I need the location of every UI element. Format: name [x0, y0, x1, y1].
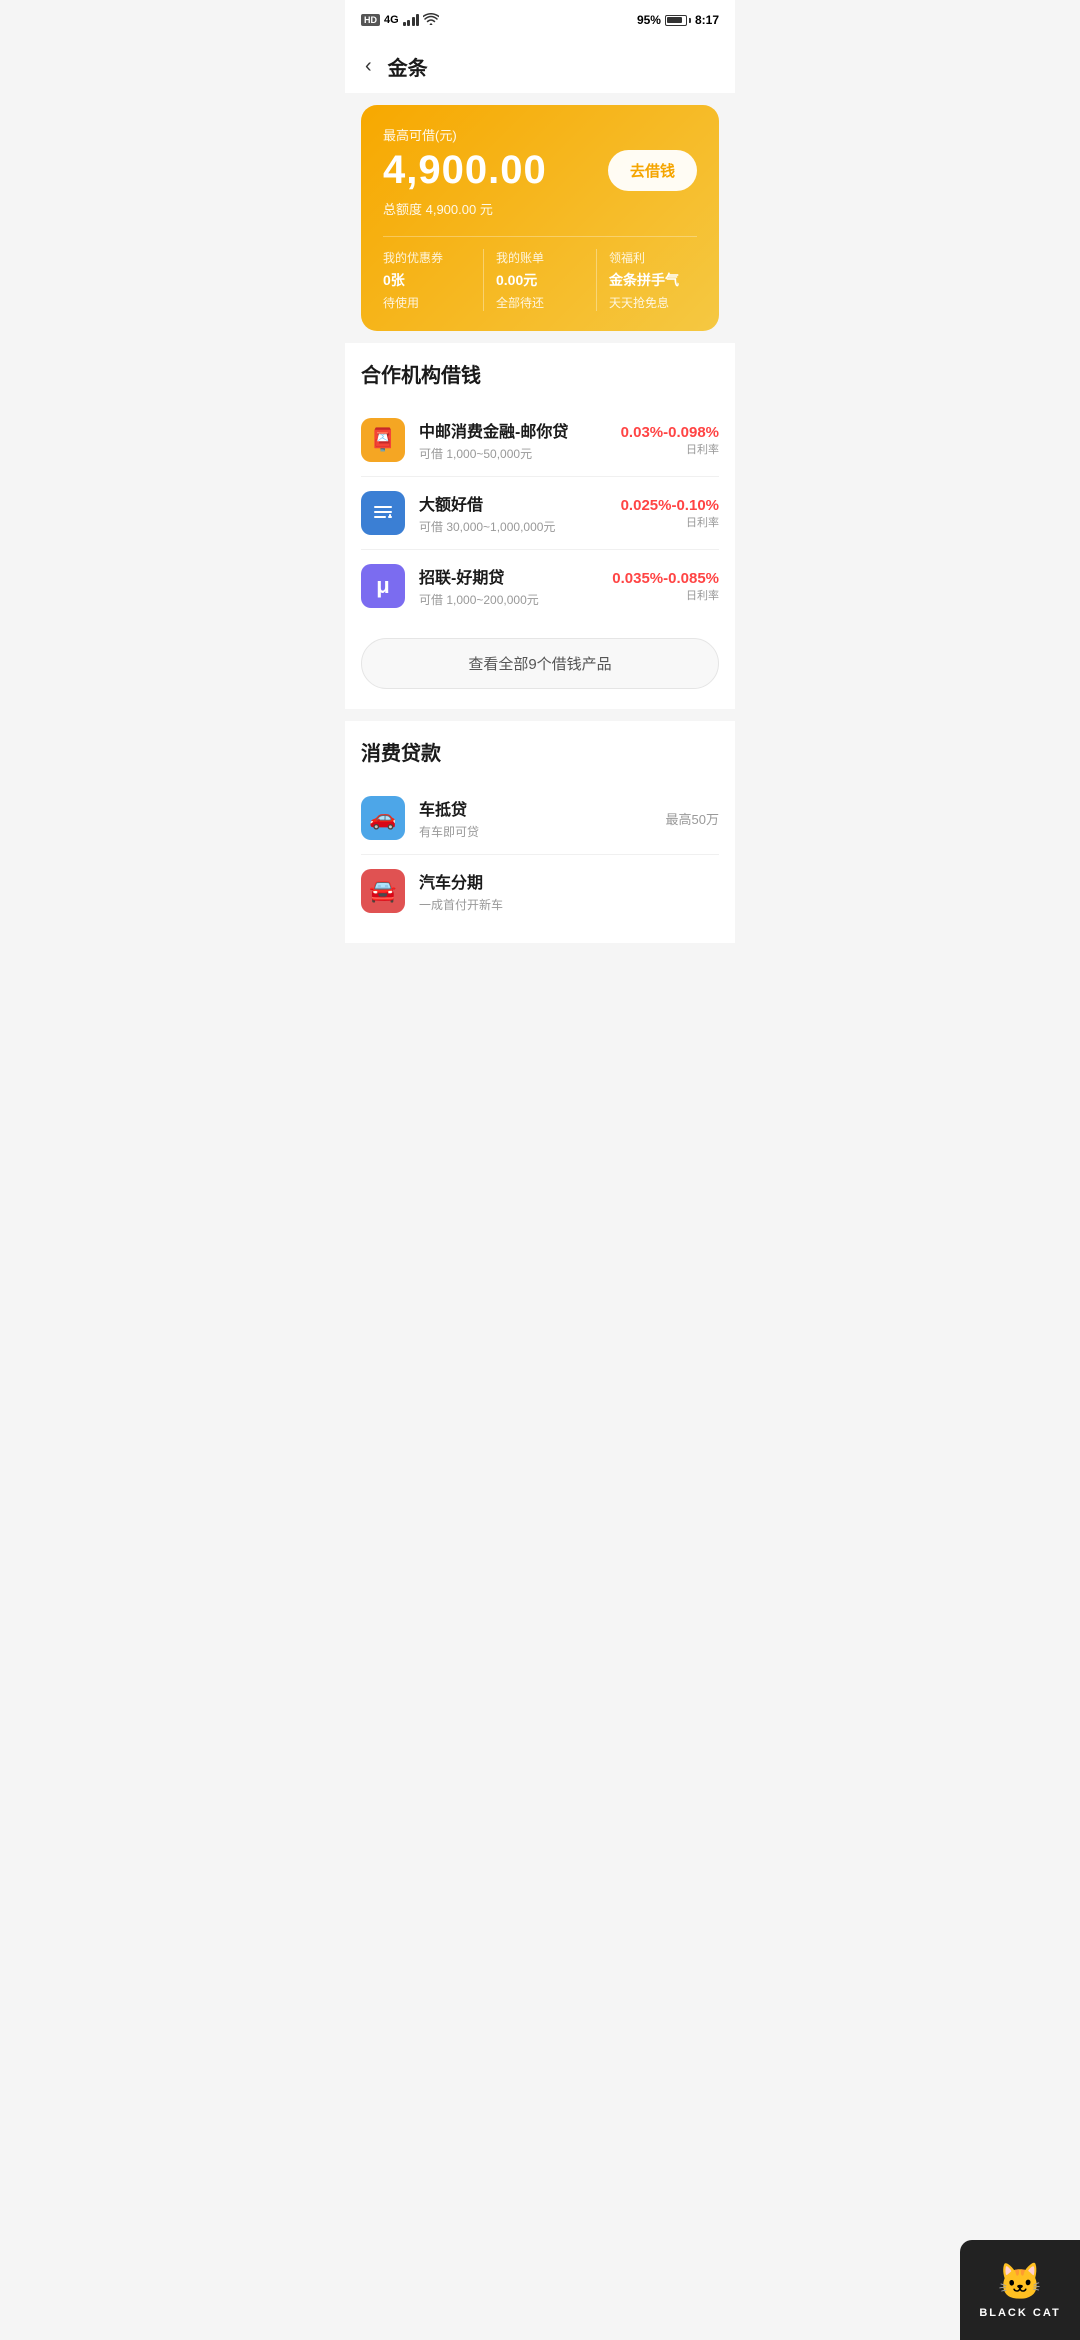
loan-desc-0: 可借 1,000~50,000元: [419, 445, 621, 462]
bill-label: 我的账单: [496, 249, 584, 266]
bill-sub: 全部待还: [496, 294, 584, 311]
loan-rate-value-2: 0.035%-0.085%: [612, 570, 719, 587]
main-content: 最高可借(元) 4,900.00 去借钱 总额度 4,900.00 元 我的优惠…: [345, 105, 735, 1063]
yellow-card: 最高可借(元) 4,900.00 去借钱 总额度 4,900.00 元 我的优惠…: [361, 105, 719, 331]
loan-item-0[interactable]: 📮 中邮消费金融-邮你贷 可借 1,000~50,000元 0.03%-0.09…: [361, 404, 719, 477]
consumer-item-0[interactable]: 🚗 车抵贷 有车即可贷 最高50万: [361, 782, 719, 855]
cat-icon: 🐱: [998, 2261, 1043, 2303]
consumer-item-1[interactable]: 🚘 汽车分期 一成首付开新车: [361, 855, 719, 927]
loan-name-1: 大额好借: [419, 491, 621, 515]
time-display: 8:17: [695, 13, 719, 27]
loan-icon-2: μ: [361, 564, 405, 608]
consumer-section: 消费贷款 🚗 车抵贷 有车即可贷 最高50万 🚘 汽车分期 一成首付开新车: [345, 721, 735, 943]
signal-icon: [403, 14, 420, 26]
consumer-desc-0: 有车即可贷: [419, 823, 666, 840]
borrow-button[interactable]: 去借钱: [608, 150, 697, 191]
loan-rate-label-1: 日利率: [621, 514, 719, 530]
bill-value: 0.00元: [496, 270, 584, 290]
loan-info-0: 中邮消费金融-邮你贷 可借 1,000~50,000元: [419, 418, 621, 462]
battery-percent: 95%: [637, 13, 661, 27]
back-button[interactable]: ‹: [365, 55, 372, 78]
card-amount: 4,900.00: [383, 148, 547, 193]
loan-info-1: 大额好借 可借 30,000~1,000,000元: [419, 491, 621, 535]
loan-info-2: 招联-好期贷 可借 1,000~200,000元: [419, 564, 612, 608]
loan-rate-label-2: 日利率: [612, 587, 719, 603]
loan-name-2: 招联-好期贷: [419, 564, 612, 588]
card-menu-bill[interactable]: 我的账单 0.00元 全部待还: [496, 249, 597, 311]
coupon-value: 0张: [383, 270, 471, 290]
status-bar: HD 4G 95% 8:17: [345, 0, 735, 40]
consumer-name-0: 车抵贷: [419, 796, 666, 820]
cooperation-title: 合作机构借钱: [361, 359, 719, 388]
loan-icon-0: 📮: [361, 418, 405, 462]
consumer-info-1: 汽车分期 一成首付开新车: [419, 869, 719, 913]
consumer-info-0: 车抵贷 有车即可贷: [419, 796, 666, 840]
consumer-name-1: 汽车分期: [419, 869, 719, 893]
loan-rate-0: 0.03%-0.098% 日利率: [621, 424, 719, 457]
watermark-bg: 🐱 BLACK CAT: [960, 2240, 1080, 2340]
watermark: 🐱 BLACK CAT: [960, 2240, 1080, 2340]
card-amount-row: 4,900.00 去借钱: [383, 148, 697, 193]
coupon-label: 我的优惠券: [383, 249, 471, 266]
card-menu-coupon[interactable]: 我的优惠券 0张 待使用: [383, 249, 484, 311]
card-total: 总额度 4,900.00 元: [383, 199, 697, 218]
loan-icon-1: [361, 491, 405, 535]
loan-rate-2: 0.035%-0.085% 日利率: [612, 570, 719, 603]
black-cat-label: BLACK CAT: [979, 2307, 1060, 2319]
hd-badge: HD: [361, 14, 380, 26]
loan-desc-1: 可借 30,000~1,000,000元: [419, 518, 621, 535]
card-menu-welfare[interactable]: 领福利 金条拼手气 天天抢免息: [609, 249, 697, 311]
page-title: 金条: [388, 52, 428, 81]
card-menu: 我的优惠券 0张 待使用 我的账单 0.00元 全部待还 领福利 金条拼手气 天…: [383, 249, 697, 311]
loan-item-1[interactable]: 大额好借 可借 30,000~1,000,000元 0.025%-0.10% 日…: [361, 477, 719, 550]
loan-desc-2: 可借 1,000~200,000元: [419, 591, 612, 608]
card-divider: [383, 236, 697, 237]
loan-item-2[interactable]: μ 招联-好期贷 可借 1,000~200,000元 0.035%-0.085%…: [361, 550, 719, 622]
signal-text: 4G: [384, 14, 399, 26]
consumer-title: 消费贷款: [361, 737, 719, 766]
loan-rate-value-1: 0.025%-0.10%: [621, 497, 719, 514]
loan-rate-value-0: 0.03%-0.098%: [621, 424, 719, 441]
consumer-max-0: 最高50万: [666, 809, 719, 828]
loan-rate-1: 0.025%-0.10% 日利率: [621, 497, 719, 530]
status-left: HD 4G: [361, 13, 439, 28]
loan-name-0: 中邮消费金融-邮你贷: [419, 418, 621, 442]
header: ‹ 金条: [345, 40, 735, 93]
loan-rate-label-0: 日利率: [621, 441, 719, 457]
wifi-icon: [423, 13, 439, 28]
welfare-sub: 天天抢免息: [609, 294, 697, 311]
card-subtitle: 最高可借(元): [383, 125, 697, 144]
status-right: 95% 8:17: [637, 13, 719, 27]
welfare-value: 金条拼手气: [609, 270, 697, 290]
cooperation-section: 合作机构借钱 📮 中邮消费金融-邮你贷 可借 1,000~50,000元 0.0…: [345, 343, 735, 709]
battery-icon: [665, 15, 691, 26]
coupon-sub: 待使用: [383, 294, 471, 311]
consumer-desc-1: 一成首付开新车: [419, 896, 719, 913]
welfare-label: 领福利: [609, 249, 697, 266]
consumer-icon-0: 🚗: [361, 796, 405, 840]
consumer-icon-1: 🚘: [361, 869, 405, 913]
view-all-button[interactable]: 查看全部9个借钱产品: [361, 638, 719, 689]
